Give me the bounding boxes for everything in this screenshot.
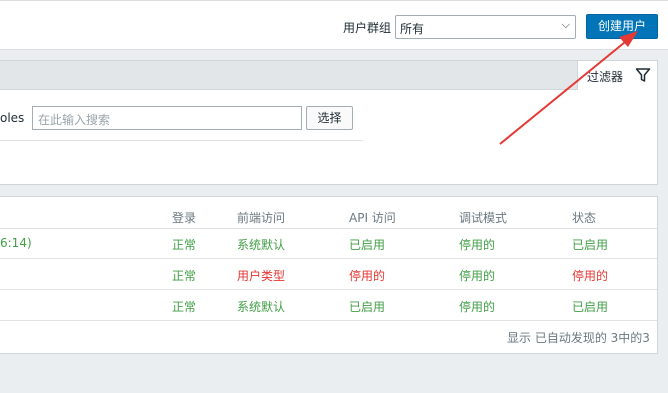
annotation-arrow <box>499 31 638 145</box>
